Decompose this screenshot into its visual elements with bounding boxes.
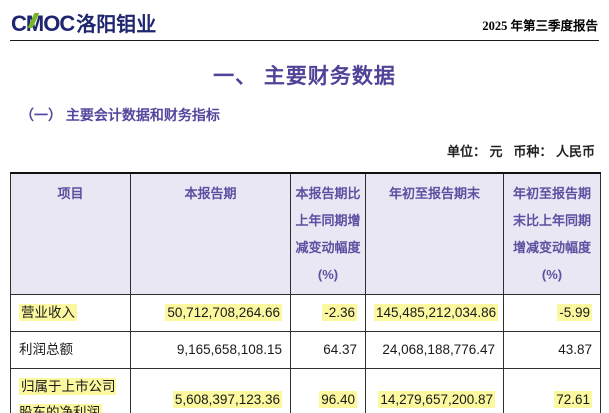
document-header: CMOC 洛阳钼业 2025 年第三季度报告 (0, 0, 609, 37)
cell-text: 24,068,188,776.47 (382, 342, 495, 357)
cell-period-change: 64.37 (291, 332, 366, 369)
cell-ytd-change: 43.87 (504, 332, 601, 369)
section-title: 一、 主要财务数据 (0, 60, 609, 90)
column-header-item: 项目 (11, 173, 131, 295)
column-header-current-period: 本报告期 (131, 173, 291, 295)
cell-current-period: 5,608,397,123.36 (131, 369, 291, 413)
cell-text: 50,712,708,264.66 (165, 304, 282, 321)
cell-ytd-change: -5.99 (504, 295, 601, 332)
cmoc-logo-wordmark: CMOC (11, 11, 74, 37)
cell-text: 9,165,658,108.15 (177, 342, 282, 357)
cell-item: 归属于上市公司股东的净利润 (11, 369, 131, 413)
cell-text: 利润总额 (19, 342, 73, 357)
column-header-period-change: 本报告期比上年同期增减变动幅度(%) (291, 173, 366, 295)
cell-text: -5.99 (557, 304, 592, 321)
cell-item: 利润总额 (11, 332, 131, 369)
cell-current-period: 9,165,658,108.15 (131, 332, 291, 369)
column-header-ytd: 年初至报告期末 (366, 173, 504, 295)
cell-text: 43.87 (558, 342, 592, 357)
section-subtitle: （一） 主要会计数据和财务指标 (20, 105, 609, 125)
cell-text: -2.36 (322, 304, 357, 321)
cell-ytd: 24,068,188,776.47 (366, 332, 504, 369)
cell-text: 营业收入 (19, 304, 77, 321)
cell-ytd: 14,279,657,200.87 (366, 369, 504, 413)
column-header-ytd-change: 年初至报告期末比上年同期增减变动幅度(%) (504, 173, 601, 295)
cmoc-logo-chinese-name: 洛阳钼业 (76, 8, 156, 37)
cmoc-logo: CMOC 洛阳钼业 (11, 8, 156, 37)
cell-ytd-change: 72.61 (504, 369, 601, 413)
cell-ytd: 145,485,212,034.86 (366, 295, 504, 332)
cell-period-change: 96.40 (291, 369, 366, 413)
table-row-total-profit: 利润总额 9,165,658,108.15 64.37 24,068,188,7… (11, 332, 601, 369)
table-row-revenue: 营业收入 50,712,708,264.66 -2.36 145,485,212… (11, 295, 601, 332)
cell-text: 14,279,657,200.87 (378, 391, 495, 408)
table-header-row: 项目 本报告期 本报告期比上年同期增减变动幅度(%) 年初至报告期末 年初至报告… (11, 173, 601, 295)
cell-text: 5,608,397,123.36 (173, 391, 282, 408)
cell-text: 64.37 (323, 342, 357, 357)
cell-period-change: -2.36 (291, 295, 366, 332)
header-divider (10, 40, 599, 41)
cell-text: 72.61 (554, 391, 592, 408)
report-period-title: 2025 年第三季度报告 (482, 15, 598, 37)
table-row-net-profit-attributable: 归属于上市公司股东的净利润 5,608,397,123.36 96.40 14,… (11, 369, 601, 413)
unit-currency-note: 单位： 元 币种： 人民币 (0, 141, 595, 160)
cell-text: 96.40 (319, 391, 357, 408)
financial-data-table: 项目 本报告期 本报告期比上年同期增减变动幅度(%) 年初至报告期末 年初至报告… (10, 172, 601, 413)
cell-item: 营业收入 (11, 295, 131, 332)
cell-text: 145,485,212,034.86 (374, 304, 498, 321)
report-page: CMOC 洛阳钼业 2025 年第三季度报告 一、 主要财务数据 （一） 主要会… (0, 0, 609, 413)
cell-current-period: 50,712,708,264.66 (131, 295, 291, 332)
cell-text: 归属于上市公司股东的净利润 (19, 378, 116, 413)
